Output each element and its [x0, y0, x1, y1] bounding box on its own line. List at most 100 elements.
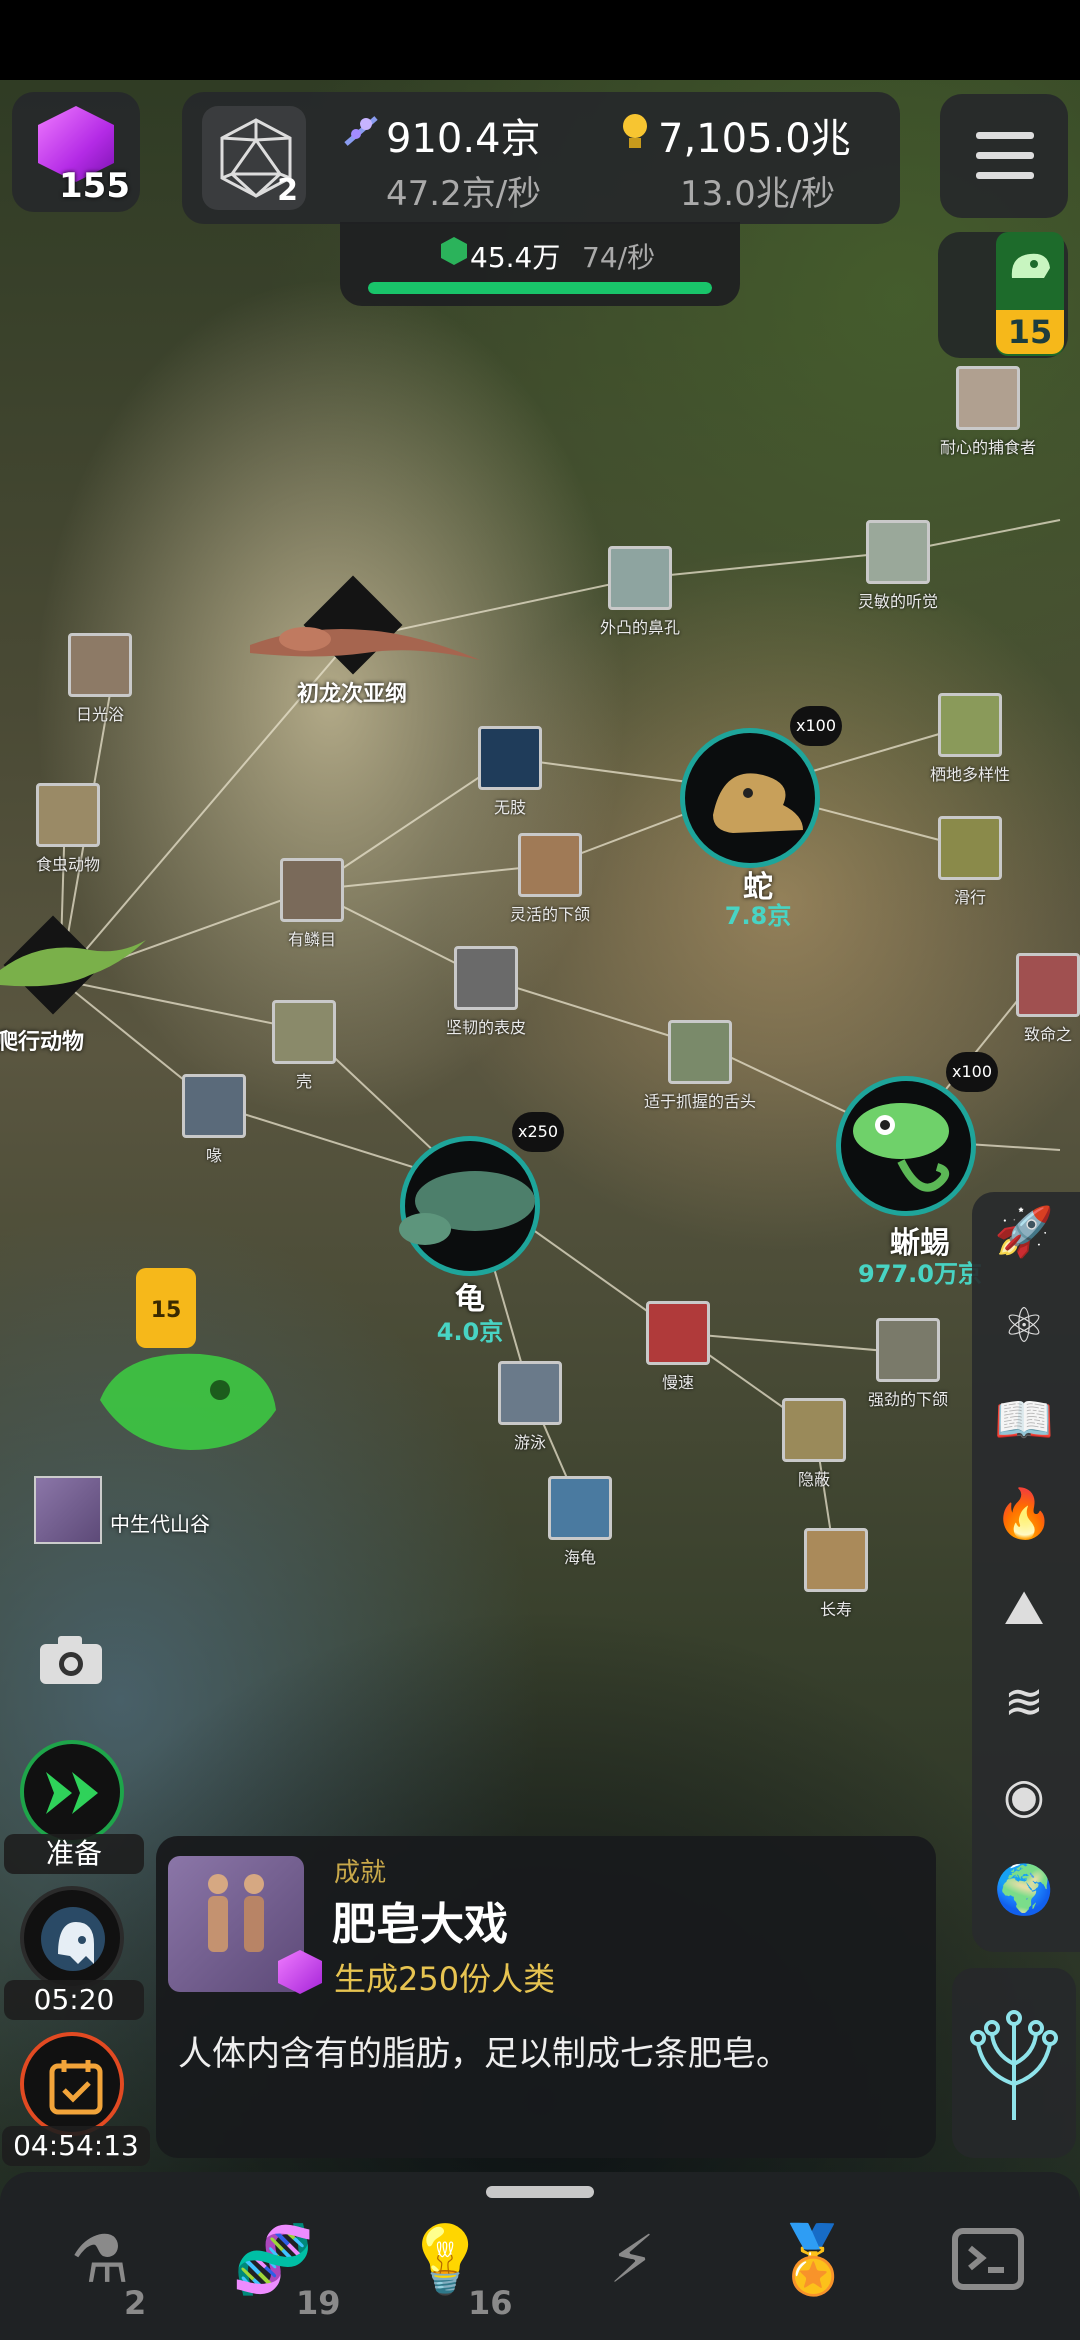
skill-node[interactable]: [518, 833, 582, 897]
skill-label: 栖地多样性: [929, 765, 1011, 784]
skill-label: 长寿: [819, 1600, 853, 1619]
skill-label: 滑行: [953, 888, 987, 907]
valley-dinosaur-skull[interactable]: [90, 1340, 290, 1470]
skill-node[interactable]: [866, 520, 930, 584]
skill-node[interactable]: [608, 546, 672, 610]
camera-icon[interactable]: [38, 1634, 104, 1686]
achievement-type: 成就: [334, 1858, 387, 1888]
skill-node[interactable]: [938, 816, 1002, 880]
fire-icon[interactable]: 🔥: [994, 1484, 1054, 1544]
skill-node[interactable]: [478, 726, 542, 790]
nav-achievements[interactable]: 🏅: [752, 2220, 872, 2320]
skill-node[interactable]: [668, 1020, 732, 1084]
skill-label: 坚韧的表皮: [445, 1018, 527, 1037]
dna-resource-icon: [344, 116, 378, 146]
valley-level-badge: 15: [136, 1268, 196, 1348]
snake-creature: [713, 773, 803, 833]
globe-icon[interactable]: 🌍: [994, 1860, 1054, 1920]
skill-label: 耐心的捕食者: [939, 438, 1037, 457]
evolution-tree-button[interactable]: [952, 1968, 1076, 2158]
tree-icon: [970, 2010, 1058, 2120]
skill-node[interactable]: [956, 366, 1020, 430]
skill-node[interactable]: [782, 1398, 846, 1462]
skill-node[interactable]: [548, 1476, 612, 1540]
turtle-creature: [399, 1171, 535, 1245]
nav-ideas[interactable]: 💡 16: [384, 2220, 513, 2322]
skill-node[interactable]: [272, 1000, 336, 1064]
mountain-icon[interactable]: ⛰: [994, 1578, 1054, 1638]
skill-node[interactable]: [68, 633, 132, 697]
category-rail: 🚀 ⚛ 📖 🔥 ⛰ ≋ ◉ 🌍: [972, 1192, 1080, 1952]
dna-value: 910.4京: [386, 116, 541, 162]
skill-node[interactable]: [876, 1318, 940, 1382]
achievement-popup[interactable]: 成就 肥皂大戏 生成250份人类 人体内含有的脂肪，足以制成七条肥皂。: [156, 1836, 936, 2158]
humans-icon: [208, 1874, 264, 1952]
skill-node[interactable]: [454, 946, 518, 1010]
green-cube-icon: [441, 237, 467, 265]
menu-icon: [976, 132, 1034, 139]
skill-node[interactable]: [280, 858, 344, 922]
skill-node[interactable]: [182, 1074, 246, 1138]
nav-ideas-count: 16: [468, 2284, 513, 2322]
skill-label: 适于抓握的舌头: [643, 1092, 757, 1111]
calendar-icon: [49, 2060, 103, 2115]
resources-panel[interactable]: 2 910.4京 47.2京/秒 7,105.0兆 13.0兆/秒: [182, 92, 900, 224]
dice-count: 2: [277, 173, 298, 208]
waves-icon[interactable]: ≋: [994, 1672, 1054, 1732]
lightbulb-resource-icon: [623, 114, 647, 148]
book-icon[interactable]: 📖: [994, 1390, 1054, 1450]
ghost-timer-button[interactable]: [20, 1886, 124, 1990]
nav-dna[interactable]: 🧬 19: [212, 2220, 341, 2322]
snake-node[interactable]: [680, 728, 820, 868]
drawer-handle[interactable]: [486, 2186, 594, 2198]
turtle-multiplier: x250: [512, 1112, 564, 1152]
achievement-title: 肥皂大戏: [332, 1899, 508, 1950]
turtle-rate: 4.0京: [436, 1318, 504, 1346]
rocket-icon[interactable]: 🚀: [994, 1202, 1054, 1262]
skill-node[interactable]: [646, 1301, 710, 1365]
cell-icon[interactable]: ◉: [994, 1766, 1054, 1826]
calendar-event-button[interactable]: [20, 2032, 124, 2136]
cube-currency-button[interactable]: 155: [12, 92, 140, 212]
bottom-navigation: ⚗ 2 🧬 19 💡 16 ⚡ 🏅: [0, 2172, 1080, 2340]
skill-label: 有鳞目: [287, 930, 337, 949]
nav-dna-count: 19: [296, 2284, 341, 2322]
nav-lab-count: 2: [124, 2284, 147, 2322]
skill-node[interactable]: [1016, 953, 1080, 1017]
dice-button[interactable]: 2: [202, 106, 306, 210]
skill-label: 强劲的下颌: [867, 1390, 949, 1409]
skill-label: 海龟: [563, 1548, 597, 1567]
turtle-node[interactable]: [399, 1136, 540, 1276]
valley-humans-icon[interactable]: [34, 1476, 102, 1544]
sub-progress-fill: [368, 282, 712, 294]
skill-node[interactable]: [804, 1528, 868, 1592]
calendar-timer: 04:54:13: [2, 2126, 150, 2166]
nav-energy[interactable]: ⚡: [572, 2220, 692, 2320]
reptile-creature: [0, 940, 146, 987]
skill-node[interactable]: [498, 1361, 562, 1425]
skill-label: 无肢: [493, 798, 527, 817]
nav-lab[interactable]: ⚗ 2: [40, 2220, 160, 2322]
nav-terminal[interactable]: [930, 2220, 1050, 2320]
menu-button[interactable]: [940, 94, 1068, 218]
atom-icon[interactable]: ⚛: [994, 1296, 1054, 1356]
skill-node[interactable]: [36, 783, 100, 847]
fast-forward-button[interactable]: [20, 1740, 124, 1844]
dinosaur-event-button[interactable]: 15: [938, 232, 1068, 358]
achievement-goal: 生成250份人类: [334, 1960, 556, 1998]
skill-label: 游泳: [513, 1433, 547, 1452]
archosaur-creature: [250, 627, 480, 660]
lizard-creature: [853, 1103, 950, 1192]
skill-label: 灵敏的听觉: [857, 592, 939, 611]
lizard-node[interactable]: [836, 1076, 976, 1216]
skill-label: 壳: [295, 1072, 313, 1091]
dinosaur-level-count: 15: [996, 310, 1064, 354]
valley-label: 中生代山谷: [110, 1512, 210, 1536]
snake-rate: 7.8京: [724, 902, 792, 930]
cube-count: 155: [59, 166, 130, 206]
sub-resource-panel[interactable]: 45.4万 74/秒: [340, 222, 740, 306]
skill-node[interactable]: [938, 693, 1002, 757]
lightning-icon: ⚡: [608, 2221, 656, 2298]
dna-rate: 47.2京/秒: [386, 174, 542, 214]
skill-label: 喙: [205, 1146, 223, 1165]
